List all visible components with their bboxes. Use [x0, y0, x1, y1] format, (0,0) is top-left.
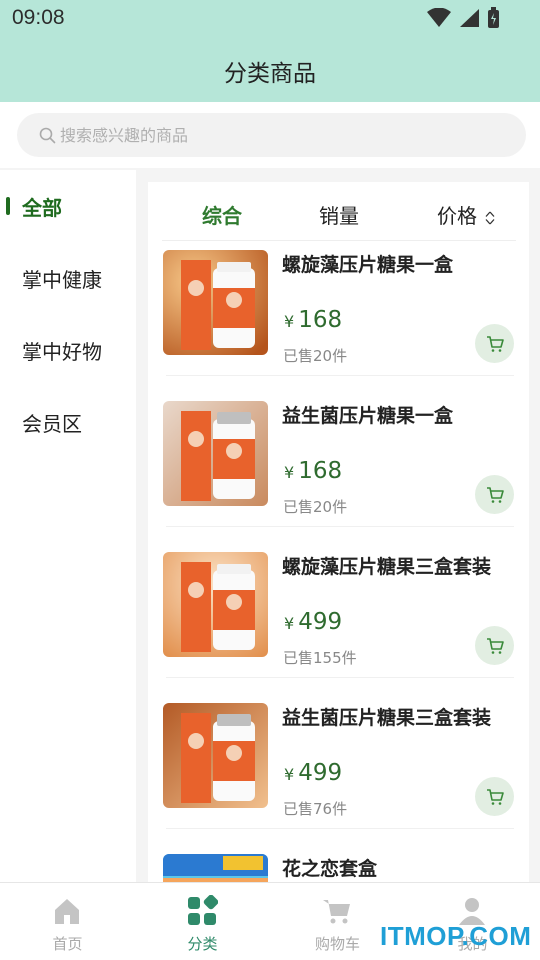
- product-price: ¥499: [284, 609, 342, 635]
- sidebar-item-goods[interactable]: 掌中好物: [0, 314, 136, 386]
- divider: [166, 828, 514, 829]
- add-to-cart-button[interactable]: [475, 626, 514, 665]
- search-section: [0, 102, 540, 168]
- add-to-cart-button[interactable]: [475, 777, 514, 816]
- search-icon: [39, 127, 56, 143]
- sort-bar: 综合 销量 价格: [148, 182, 529, 240]
- product-panel: 综合 销量 价格 螺旋藻压片糖果一盒 ¥168 已售20件 益生菌压片糖果一盒 …: [148, 182, 529, 882]
- sold-count: 已售20件: [283, 347, 348, 365]
- cart-icon: [486, 486, 504, 503]
- search-bar[interactable]: [17, 113, 526, 157]
- tab-label: 首页: [52, 935, 83, 953]
- currency-symbol: ¥: [284, 312, 295, 331]
- product-name: 益生菌压片糖果三盒套装: [282, 707, 492, 729]
- product-card[interactable]: 益生菌压片糖果三盒套装 ¥499 已售76件: [148, 694, 529, 845]
- status-bar: 09:08: [0, 0, 540, 36]
- product-price: ¥168: [284, 307, 342, 333]
- divider: [166, 526, 514, 527]
- currency-symbol: ¥: [284, 463, 295, 482]
- divider: [166, 375, 514, 376]
- product-name: 益生菌压片糖果一盒: [282, 405, 454, 427]
- cart-icon: [486, 335, 504, 352]
- product-image[interactable]: [163, 854, 268, 882]
- signal-icon: [460, 9, 479, 27]
- sidebar-item-label: 掌中健康: [22, 267, 102, 292]
- sidebar-item-all[interactable]: 全部: [0, 170, 136, 242]
- product-name: 螺旋藻压片糖果一盒: [282, 254, 454, 276]
- sidebar-item-label: 掌中好物: [22, 339, 102, 364]
- sidebar-item-member[interactable]: 会员区: [0, 386, 136, 458]
- battery-icon: [488, 7, 499, 28]
- app-header: 09:08 分类商品: [0, 0, 540, 102]
- sort-price[interactable]: 价格: [437, 200, 495, 229]
- sold-count: 已售155件: [283, 649, 357, 667]
- cart-icon: [486, 637, 504, 654]
- price-amount: 499: [298, 760, 343, 786]
- product-name: 螺旋藻压片糖果三盒套装: [282, 556, 492, 578]
- category-icon: [188, 895, 218, 925]
- sort-comprehensive[interactable]: 综合: [202, 200, 242, 229]
- product-price: ¥499: [284, 760, 342, 786]
- divider: [166, 677, 514, 678]
- sort-sales[interactable]: 销量: [319, 200, 359, 229]
- add-to-cart-button[interactable]: [475, 475, 514, 514]
- sold-count: 已售20件: [283, 498, 348, 516]
- home-icon: [55, 899, 79, 924]
- sidebar-item-label: 会员区: [22, 411, 82, 436]
- product-image[interactable]: [163, 703, 268, 808]
- status-time: 09:08: [12, 6, 65, 29]
- search-input[interactable]: [60, 125, 480, 145]
- currency-symbol: ¥: [284, 765, 295, 784]
- category-sidebar: 全部 掌中健康 掌中好物 会员区: [0, 170, 136, 882]
- product-card[interactable]: 花之恋套盒: [148, 845, 529, 882]
- price-amount: 168: [298, 458, 343, 484]
- wifi-icon: [427, 8, 451, 27]
- product-image[interactable]: [163, 401, 268, 506]
- tab-label: 分类: [187, 935, 218, 953]
- price-amount: 499: [298, 609, 343, 635]
- sort-arrows-icon: [485, 211, 495, 224]
- add-to-cart-button[interactable]: [475, 324, 514, 363]
- product-card[interactable]: 益生菌压片糖果一盒 ¥168 已售20件: [148, 392, 529, 543]
- sold-count: 已售76件: [283, 800, 348, 818]
- sidebar-item-health[interactable]: 掌中健康: [0, 242, 136, 314]
- sort-price-label: 价格: [437, 204, 477, 228]
- product-card[interactable]: 螺旋藻压片糖果一盒 ¥168 已售20件: [148, 241, 529, 392]
- product-name: 花之恋套盒: [282, 858, 378, 880]
- product-image[interactable]: [163, 250, 268, 355]
- product-image[interactable]: [163, 552, 268, 657]
- product-price: ¥168: [284, 458, 342, 484]
- tab-category[interactable]: 分类: [135, 883, 270, 960]
- watermark: ITMOP.COM: [380, 921, 532, 951]
- page-title: 分类商品: [224, 61, 316, 87]
- sidebar-item-label: 全部: [22, 195, 62, 220]
- active-indicator: [6, 197, 10, 215]
- tab-home[interactable]: 首页: [0, 883, 135, 960]
- product-card[interactable]: 螺旋藻压片糖果三盒套装 ¥499 已售155件: [148, 543, 529, 694]
- price-amount: 168: [298, 307, 343, 333]
- status-icons: [427, 7, 500, 29]
- cart-icon: [323, 900, 350, 924]
- cart-icon: [486, 788, 504, 805]
- currency-symbol: ¥: [284, 614, 295, 633]
